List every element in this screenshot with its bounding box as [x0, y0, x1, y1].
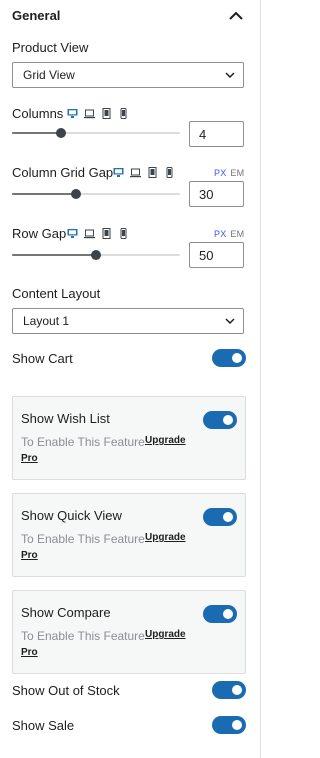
- tablet-icon[interactable]: [147, 167, 158, 178]
- chevron-up-icon[interactable]: [226, 6, 246, 26]
- show-out-of-stock-label: Show Out of Stock: [12, 683, 120, 698]
- chevron-down-icon: [225, 318, 235, 325]
- show-cart-toggle[interactable]: [212, 349, 246, 367]
- desktop-icon[interactable]: [67, 228, 78, 239]
- desktop-icon[interactable]: [67, 108, 78, 119]
- content-layout-value: Layout 1: [23, 314, 70, 328]
- upgrade-note: To Enable This Feature: [21, 435, 145, 449]
- upgrade-pro-link[interactable]: Pro: [21, 550, 38, 561]
- show-wish-list-toggle[interactable]: [203, 411, 237, 429]
- upgrade-note: To Enable This Feature: [21, 629, 145, 643]
- show-sale-toggle[interactable]: [212, 716, 246, 734]
- columns-slider-thumb[interactable]: [56, 128, 66, 138]
- product-view-select[interactable]: Grid View: [12, 62, 244, 88]
- product-view-label: Product View: [12, 40, 89, 55]
- tablet-icon[interactable]: [101, 228, 112, 239]
- show-quick-view-toggle[interactable]: [203, 508, 237, 526]
- column-gap-input[interactable]: 30: [189, 181, 244, 207]
- show-wish-list-label: Show Wish List: [21, 411, 110, 426]
- columns-input[interactable]: 4: [189, 121, 244, 147]
- columns-value: 4: [199, 127, 207, 142]
- row-gap-device-switcher: [67, 228, 129, 240]
- columns-slider-fill: [12, 132, 61, 134]
- row-gap-units: PX EM: [210, 229, 244, 239]
- show-cart-label: Show Cart: [12, 351, 73, 366]
- show-quick-view-label: Show Quick View: [21, 508, 122, 523]
- unit-em-button[interactable]: EM: [230, 229, 244, 239]
- unit-em-button[interactable]: EM: [230, 168, 244, 178]
- show-sale-label: Show Sale: [12, 718, 75, 733]
- show-out-of-stock-toggle[interactable]: [212, 681, 246, 699]
- laptop-icon[interactable]: [84, 228, 95, 239]
- row-gap-input[interactable]: 50: [189, 242, 244, 268]
- unit-px-button[interactable]: PX: [214, 229, 226, 239]
- column-gap-value: 30: [199, 187, 214, 202]
- row-gap-value: 50: [199, 248, 214, 263]
- laptop-icon[interactable]: [130, 167, 141, 178]
- content-layout-select[interactable]: Layout 1: [12, 308, 244, 334]
- unit-px-button[interactable]: PX: [214, 168, 226, 178]
- show-compare-label: Show Compare: [21, 605, 111, 620]
- column-gap-slider-thumb[interactable]: [71, 189, 81, 199]
- column-gap-slider-fill: [12, 193, 76, 195]
- upgrade-link[interactable]: Upgrade: [145, 532, 186, 543]
- columns-device-switcher: [67, 108, 129, 120]
- chevron-down-icon: [225, 72, 235, 79]
- row-gap-slider-thumb[interactable]: [91, 250, 101, 260]
- panel-header-general[interactable]: General: [0, 0, 260, 30]
- laptop-icon[interactable]: [84, 108, 95, 119]
- panel-title: General: [12, 8, 61, 23]
- column-gap-label: Column Grid Gap: [12, 165, 114, 180]
- pro-feature-wish-list: Show Wish List To Enable This Feature Up…: [12, 396, 246, 480]
- panel-border: [260, 0, 261, 758]
- upgrade-note: To Enable This Feature: [21, 532, 145, 546]
- mobile-icon[interactable]: [164, 167, 175, 178]
- desktop-icon[interactable]: [113, 167, 124, 178]
- upgrade-pro-link[interactable]: Pro: [21, 453, 38, 464]
- upgrade-link[interactable]: Upgrade: [145, 629, 186, 640]
- pro-feature-quick-view: Show Quick View To Enable This Feature U…: [12, 493, 246, 577]
- mobile-icon[interactable]: [118, 108, 129, 119]
- columns-label: Columns: [12, 106, 64, 121]
- column-gap-units: PX EM: [210, 168, 244, 178]
- upgrade-link[interactable]: Upgrade: [145, 435, 186, 446]
- content-layout-label: Content Layout: [12, 286, 101, 301]
- show-compare-toggle[interactable]: [203, 605, 237, 623]
- row-gap-slider-fill: [12, 254, 96, 256]
- tablet-icon[interactable]: [101, 108, 112, 119]
- product-view-value: Grid View: [23, 68, 75, 82]
- pro-feature-compare: Show Compare To Enable This Feature Upgr…: [12, 590, 246, 674]
- row-gap-label: Row Gap: [12, 226, 67, 241]
- upgrade-pro-link[interactable]: Pro: [21, 647, 38, 658]
- column-gap-device-switcher: [113, 167, 175, 179]
- mobile-icon[interactable]: [118, 228, 129, 239]
